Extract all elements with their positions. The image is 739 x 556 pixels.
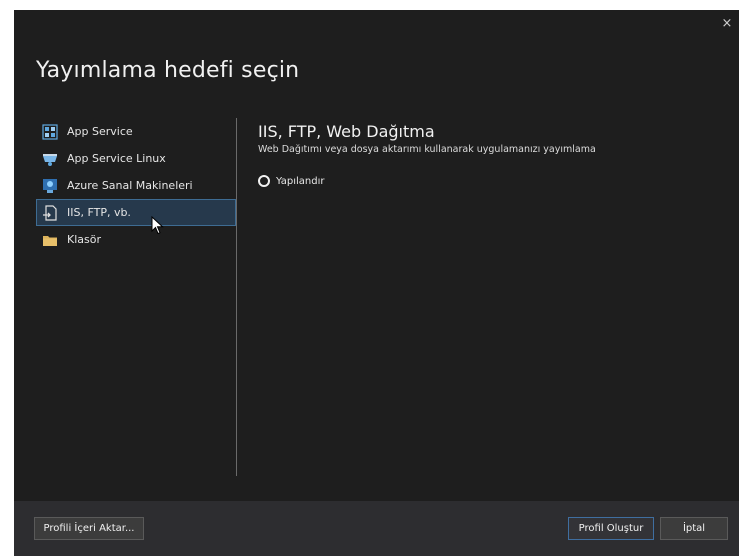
dialog-title: Yayımlama hedefi seçin [36,58,300,83]
details-heading: IIS, FTP, Web Dağıtma [258,122,435,141]
create-profile-button[interactable]: Profil Oluştur [568,517,654,540]
radio-button[interactable] [258,175,270,187]
app-service-icon [42,123,58,140]
virtual-machine-icon [42,178,58,194]
background-edge [0,0,14,556]
close-icon: × [721,16,733,31]
sidebar-item-azure-vm[interactable]: Azure Sanal Makineleri [36,172,236,199]
publish-dialog: × Yayımlama hedefi seçin App Service App… [14,10,739,556]
configure-option-label: Yapılandır [276,175,325,187]
sidebar-item-app-service-linux[interactable]: App Service Linux [36,145,236,172]
deploy-icon [42,204,58,221]
details-description: Web Dağıtımı veya dosya aktarımı kullana… [258,144,596,155]
target-list: App Service App Service Linux Azure Sana… [36,118,236,253]
sidebar-item-label: App Service Linux [67,152,166,165]
app-service-linux-icon [42,151,58,167]
sidebar-item-label: App Service [67,125,133,138]
sidebar-item-label: IIS, FTP, vb. [67,206,131,219]
divider [236,118,237,476]
sidebar-item-label: Klasör [67,233,101,246]
sidebar-item-label: Azure Sanal Makineleri [67,179,193,192]
sidebar-item-iis-ftp[interactable]: IIS, FTP, vb. [36,199,236,226]
mouse-cursor-icon [151,216,164,235]
close-button[interactable]: × [719,16,735,32]
target-details: IIS, FTP, Web Dağıtma Web Dağıtımı veya … [258,122,718,187]
configure-option[interactable]: Yapılandır [258,175,718,187]
cancel-button[interactable]: İptal [660,517,728,540]
folder-icon [42,232,58,248]
import-profile-button[interactable]: Profili İçeri Aktar... [34,517,144,540]
dialog-footer: Profili İçeri Aktar... Profil Oluştur İp… [14,501,739,556]
sidebar-item-folder[interactable]: Klasör [36,226,236,253]
sidebar-item-app-service[interactable]: App Service [36,118,236,145]
